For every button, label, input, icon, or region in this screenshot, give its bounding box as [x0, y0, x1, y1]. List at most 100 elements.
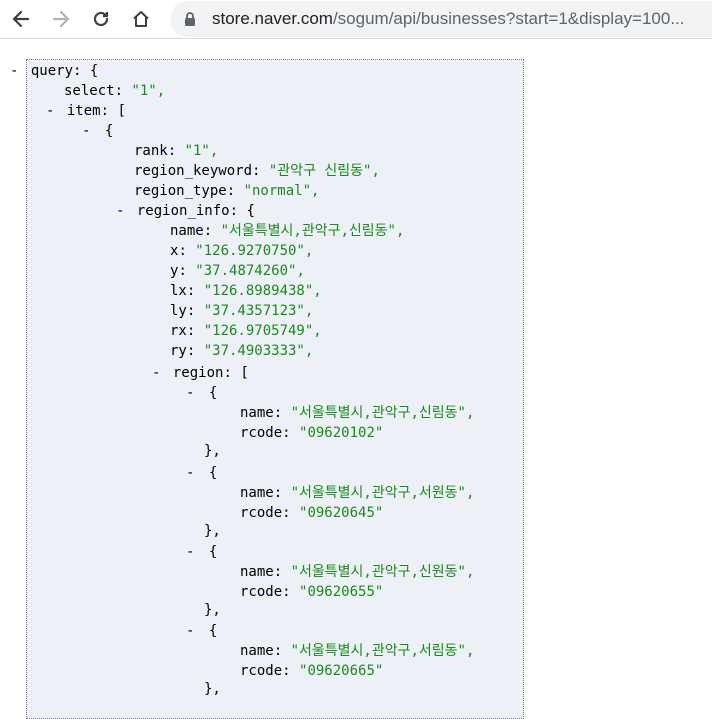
json-value: "서울특별시,관악구,서림동", — [290, 643, 475, 659]
region-object-open: - { — [186, 383, 217, 403]
info-y-line: y: "37.4874260", — [170, 263, 305, 279]
collapse-toggle[interactable]: - — [186, 623, 194, 639]
json-value: "normal", — [243, 183, 320, 199]
json-value: "37.4874260", — [195, 263, 305, 279]
json-bracket: [ — [240, 365, 249, 381]
address-bar[interactable]: store.naver.com/sogum/api/businesses?sta… — [170, 1, 712, 37]
region-rcode-line: rcode: "09620645" — [240, 505, 384, 521]
region-keyword-line: region_keyword: "관악구 신림동", — [134, 163, 380, 179]
collapse-toggle[interactable]: - — [186, 385, 194, 401]
region-rcode-line: rcode: "09620102" — [240, 425, 384, 441]
collapse-toggle[interactable]: - — [10, 63, 18, 79]
reload-button[interactable] — [88, 6, 114, 32]
forward-button[interactable] — [48, 6, 74, 32]
browser-toolbar: store.naver.com/sogum/api/businesses?sta… — [0, 0, 712, 39]
json-key: select — [64, 83, 115, 99]
json-key: name — [240, 564, 274, 580]
json-value: "09620645" — [299, 505, 384, 521]
json-key: name — [170, 223, 204, 239]
json-key: name — [240, 405, 274, 421]
home-button[interactable] — [128, 6, 154, 32]
json-brace: { — [208, 385, 218, 401]
json-key: lx — [170, 283, 187, 299]
json-value: "126.8989438", — [203, 283, 322, 299]
collapse-toggle[interactable]: - — [186, 544, 194, 560]
json-value: "관악구 신림동", — [268, 163, 380, 179]
json-value: "09620665" — [299, 663, 384, 679]
select-line: select: "1", — [64, 83, 166, 99]
json-key: query — [30, 63, 74, 79]
lock-icon — [185, 12, 195, 26]
region-object-close: }, — [204, 523, 221, 539]
json-brace: { — [89, 63, 99, 79]
url-host: store.naver.com — [212, 9, 333, 28]
region-array-line: - region: [ — [152, 365, 249, 381]
region-info-line: - region_info: { — [116, 203, 255, 219]
region-name-line: name: "서울특별시,관악구,신원동", — [240, 564, 475, 580]
json-key: rank — [134, 143, 168, 159]
home-icon — [133, 11, 149, 27]
collapse-toggle[interactable]: - — [46, 103, 54, 119]
region-rcode-line: rcode: "09620655" — [240, 584, 384, 600]
json-brace: { — [208, 623, 218, 639]
json-key: name — [240, 643, 274, 659]
info-ry-line: ry: "37.4903333", — [170, 343, 314, 359]
info-rx-line: rx: "126.9705749", — [170, 323, 322, 339]
json-key: item — [66, 103, 101, 119]
url-path: /sogum/api/businesses?start=1&display=10… — [332, 9, 685, 28]
region-type-line: region_type: "normal", — [134, 183, 320, 199]
json-brace: { — [104, 123, 114, 139]
collapse-toggle[interactable]: - — [116, 203, 124, 219]
json-key: rcode — [240, 425, 283, 441]
collapse-toggle[interactable]: - — [186, 465, 194, 481]
json-value: "서울특별시,관악구,서원동", — [290, 485, 475, 501]
json-key: region — [172, 365, 224, 381]
json-brace: { — [208, 465, 218, 481]
json-value: "1", — [184, 143, 219, 159]
reload-icon — [93, 11, 109, 27]
arrow-right-icon — [52, 10, 70, 28]
region-object-open: - { — [186, 621, 217, 641]
json-value: "37.4903333", — [203, 343, 314, 359]
rank-line: rank: "1", — [134, 143, 219, 159]
back-button[interactable] — [8, 6, 34, 32]
json-key: rx — [170, 323, 187, 339]
json-value: "126.9705749", — [203, 323, 322, 339]
region-rcode-line: rcode: "09620665" — [240, 663, 384, 679]
json-key: rcode — [240, 505, 283, 521]
item-object-line: - { — [82, 121, 113, 141]
region-object-close: }, — [204, 681, 221, 697]
json-key: region_keyword — [134, 163, 253, 179]
json-viewer: - query: { select: "1", - item: [ - { ra… — [0, 39, 712, 719]
json-value: "09620655" — [299, 584, 384, 600]
json-key: region_info — [136, 203, 230, 219]
json-key: rcode — [240, 584, 283, 600]
json-brace: { — [208, 544, 218, 560]
json-brace: { — [246, 203, 255, 219]
json-value: "서울특별시,관악구,신림동", — [220, 223, 405, 239]
info-lx-line: lx: "126.8989438", — [170, 283, 322, 299]
json-root-box — [26, 59, 524, 719]
json-key: ly — [170, 303, 187, 319]
region-name-line: name: "서울특별시,관악구,서림동", — [240, 643, 475, 659]
json-value: "37.4357123", — [203, 303, 314, 319]
info-ly-line: ly: "37.4357123", — [170, 303, 314, 319]
url-text: store.naver.com/sogum/api/businesses?sta… — [212, 9, 685, 29]
json-key: region_type — [134, 183, 227, 199]
region-object-open: - { — [186, 463, 217, 483]
json-bracket: [ — [117, 103, 126, 119]
collapse-toggle[interactable]: - — [152, 365, 160, 381]
region-name-line: name: "서울특별시,관악구,신림동", — [240, 405, 475, 421]
json-value: "1", — [131, 83, 166, 99]
info-name-line: name: "서울특별시,관악구,신림동", — [170, 223, 405, 239]
region-object-open: - { — [186, 542, 217, 562]
query-line: - query: { — [10, 63, 99, 79]
region-name-line: name: "서울특별시,관악구,서원동", — [240, 485, 475, 501]
json-key: rcode — [240, 663, 283, 679]
item-line: - item: [ — [46, 103, 126, 119]
region-object-close: }, — [204, 602, 221, 618]
info-x-line: x: "126.9270750", — [170, 243, 314, 259]
json-value: "126.9270750", — [195, 243, 314, 259]
json-key: ry — [170, 343, 187, 359]
collapse-toggle[interactable]: - — [82, 123, 90, 139]
